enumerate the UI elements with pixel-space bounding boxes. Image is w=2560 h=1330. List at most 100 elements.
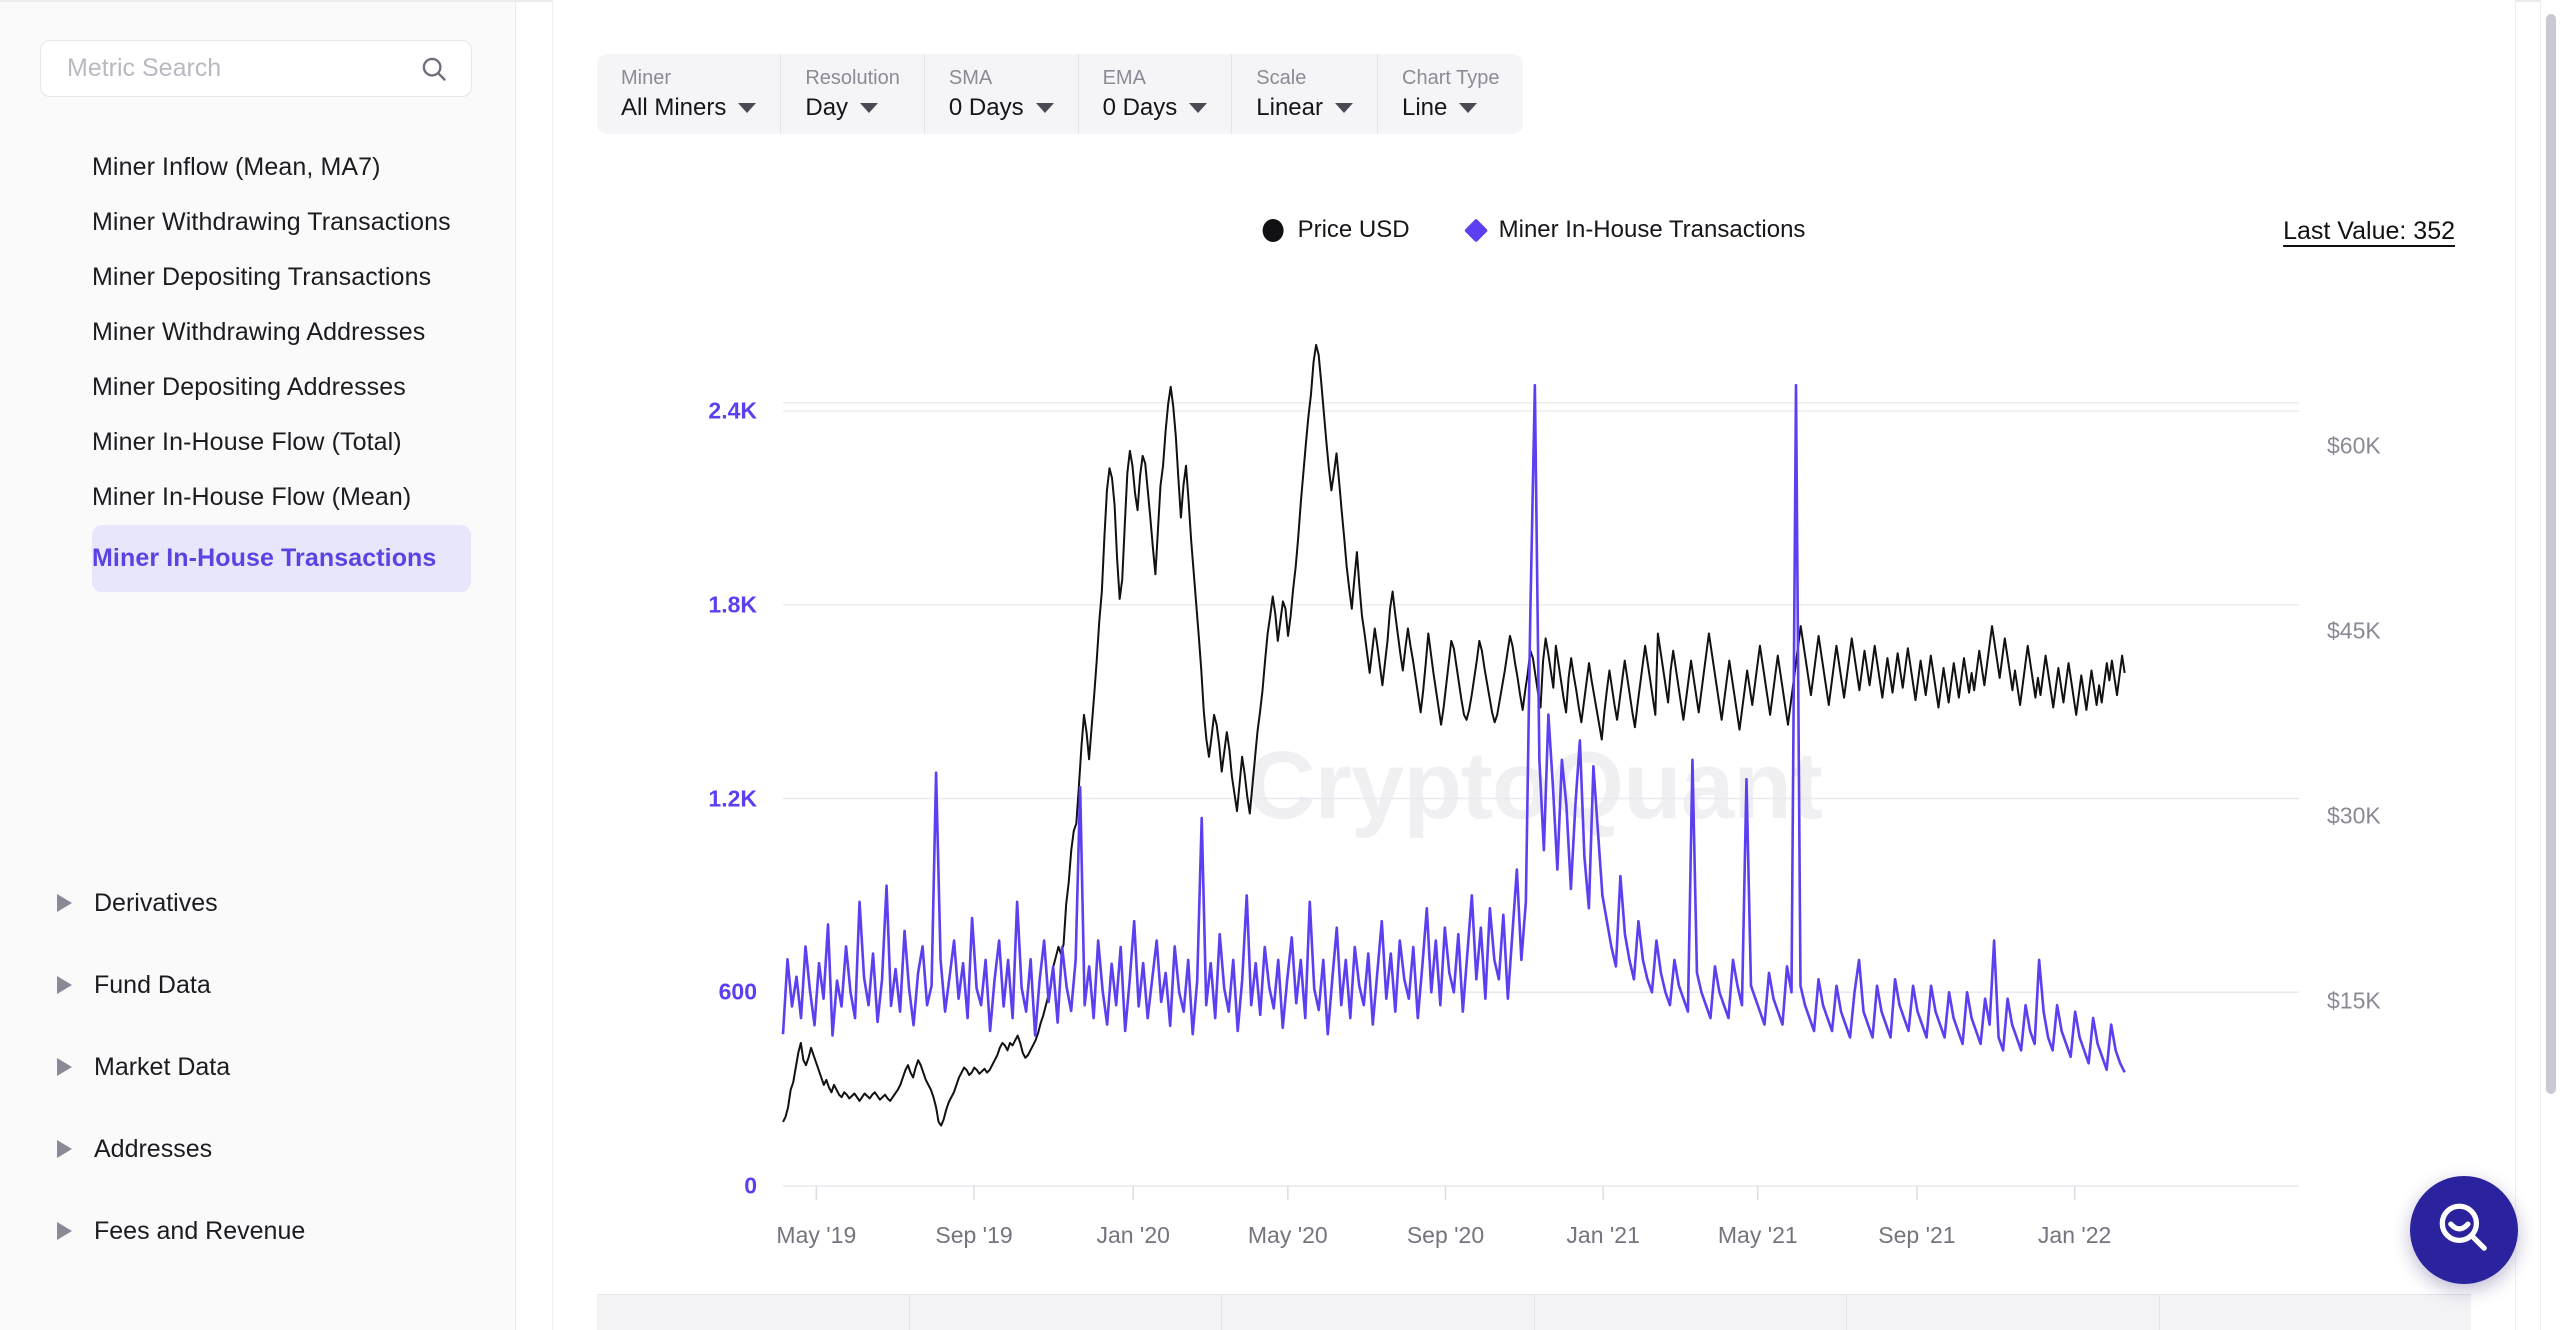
range-cell[interactable] [597, 1295, 910, 1330]
chevron-down-icon[interactable] [860, 103, 879, 113]
sidebar-group-fund-data[interactable]: Fund Data [0, 944, 515, 1026]
control-chart-type[interactable]: Chart Type Line [1378, 54, 1523, 134]
sidebar-group-addresses[interactable]: Addresses [0, 1108, 515, 1190]
chevron-down-icon[interactable] [1035, 103, 1054, 113]
legend-entries: Price USD Miner In-House Transactions [1262, 216, 1806, 244]
x-axis-tick: Sep '21 [1878, 1222, 1956, 1248]
metric-search-box[interactable] [40, 40, 472, 97]
sidebar-group-fees-and-revenue[interactable]: Fees and Revenue [0, 1190, 515, 1272]
control-value: 0 Days [948, 94, 1024, 121]
sidebar-metric-item[interactable]: Miner Depositing Transactions [92, 250, 475, 305]
caret-right-icon [57, 1222, 72, 1240]
chevron-down-icon[interactable] [738, 103, 757, 113]
range-cell[interactable] [910, 1295, 1222, 1330]
legend-entry[interactable]: Price USD [1262, 216, 1410, 244]
control-value-row[interactable]: Line [1402, 93, 1499, 123]
x-axis-tick: May '20 [1247, 1222, 1328, 1248]
control-value: Line [1402, 94, 1448, 121]
x-axis-tick: Jan '21 [1566, 1222, 1640, 1248]
control-value: Day [805, 94, 849, 121]
metric-sidebar: Miner Inflow (Mean, MA7)Miner Withdrawin… [0, 0, 516, 1330]
control-scale[interactable]: Scale Linear [1232, 54, 1378, 134]
series-line [782, 343, 2126, 1127]
chart-controls-bar: Miner All Miners Resolution Day SMA 0 Days EMA… [597, 54, 1524, 134]
sidebar-group-market-data[interactable]: Market Data [0, 1026, 515, 1108]
control-label: Miner [621, 67, 672, 89]
sidebar-group-label: Market Data [94, 1052, 231, 1081]
y-axis-right-tick: $15K [2327, 987, 2381, 1014]
page-scrollbar-thumb[interactable] [2546, 14, 2556, 1094]
sidebar-metric-item[interactable]: Miner Withdrawing Addresses [92, 305, 475, 360]
sidebar-group-label: Fund Data [94, 970, 211, 999]
metric-list: Miner Inflow (Mean, MA7) Miner Withdrawin… [0, 140, 515, 592]
search-smile-icon [2433, 1197, 2495, 1264]
search-input[interactable] [67, 54, 419, 83]
range-cell[interactable] [2160, 1295, 2472, 1330]
x-axis-tick: May '19 [776, 1222, 857, 1248]
sidebar-group-label: Derivatives [94, 888, 218, 917]
range-cell[interactable] [1847, 1295, 2160, 1330]
last-value-label[interactable]: Last Value: 352 [2283, 217, 2455, 246]
legend-entry[interactable]: Miner In-House Transactions [1464, 216, 1806, 244]
x-axis-tick: Sep '19 [935, 1222, 1013, 1248]
control-label: Resolution [805, 67, 900, 89]
chevron-down-icon[interactable] [1459, 103, 1478, 113]
range-cell[interactable] [1535, 1295, 1847, 1330]
x-axis-tick: May '21 [1717, 1222, 1798, 1248]
control-label: SMA [948, 67, 993, 89]
legend-label: Price USD [1297, 216, 1410, 243]
legend-label: Miner In-House Transactions [1498, 216, 1806, 243]
sidebar-group-label: Addresses [94, 1134, 213, 1163]
page-scrollbar[interactable] [2540, 0, 2560, 1330]
y-axis-right-tick: $30K [2327, 802, 2381, 829]
sidebar-group-derivatives[interactable]: Derivatives [0, 862, 515, 944]
sidebar-top-divider [0, 0, 515, 2]
control-miner[interactable]: Miner All Miners [597, 54, 782, 134]
control-ema[interactable]: EMA 0 Days [1079, 54, 1233, 134]
range-cell[interactable] [1222, 1295, 1535, 1330]
sidebar-metric-item[interactable]: Miner In-House Flow (Mean) [92, 470, 475, 525]
control-resolution[interactable]: Resolution Day [781, 54, 925, 134]
caret-right-icon [57, 894, 72, 912]
control-value: 0 Days [1102, 94, 1178, 121]
series-line [781, 383, 2126, 1073]
control-value: Linear [1256, 94, 1323, 121]
caret-right-icon [57, 1140, 72, 1158]
chart-range-selector[interactable] [597, 1294, 2471, 1330]
chevron-down-icon[interactable] [1335, 103, 1353, 113]
chart-svg [781, 343, 2299, 1200]
y-axis-left-tick: 1.2K [708, 785, 757, 811]
control-value-row[interactable]: Day [805, 93, 900, 123]
chart-plot-area[interactable]: CryptoQuant 0 600 1.2K 1.8K 2.4K $15K $30K $45K… [597, 276, 2471, 1296]
x-axis-tick: Jan '20 [1096, 1222, 1170, 1248]
caret-right-icon [57, 1058, 72, 1076]
chevron-down-icon[interactable] [1189, 103, 1208, 113]
search-icon[interactable] [419, 54, 449, 84]
legend-diamond-icon [1464, 217, 1489, 243]
search-fab-button[interactable] [2410, 1176, 2518, 1284]
control-label: EMA [1102, 67, 1146, 89]
app-root: Miner Inflow (Mean, MA7)Miner Withdrawin… [0, 0, 2560, 1330]
sidebar-metric-item[interactable]: Miner In-House Flow (Total) [92, 415, 475, 470]
control-value-row[interactable]: All Miners [621, 93, 757, 123]
chart-panel: Miner All Miners Resolution Day SMA 0 Days EMA… [552, 0, 2516, 1330]
chart-legend: Price USD Miner In-House Transactions Las… [597, 216, 2471, 264]
x-axis-tick: Jan '22 [2037, 1222, 2112, 1248]
control-label: Chart Type [1402, 67, 1500, 89]
sidebar-group-label: Fees and Revenue [94, 1216, 306, 1245]
control-value-row[interactable]: 0 Days [1103, 93, 1208, 123]
x-axis-tick: Sep '20 [1406, 1222, 1485, 1248]
sidebar-metric-item[interactable]: Miner In-House Transactions [92, 525, 471, 592]
y-axis-left-tick: 2.4K [708, 397, 757, 424]
y-axis-right-tick: $60K [2327, 432, 2381, 459]
chart-main: Miner All Miners Resolution Day SMA 0 Days EMA… [516, 0, 2560, 1330]
control-value-row[interactable]: 0 Days [949, 93, 1054, 123]
sidebar-metric-item[interactable]: Miner Inflow (Mean, MA7) [92, 140, 475, 195]
control-sma[interactable]: SMA 0 Days [925, 54, 1079, 134]
y-axis-left-tick: 600 [718, 978, 757, 1005]
metric-group-list: Derivatives Fund Data Market Data Addresses… [0, 862, 515, 1272]
sidebar-metric-item[interactable]: Miner Withdrawing Transactions [92, 195, 475, 250]
control-label: Scale [1256, 67, 1307, 89]
sidebar-metric-item[interactable]: Miner Depositing Addresses [92, 360, 475, 415]
control-value-row[interactable]: Linear [1256, 93, 1353, 123]
